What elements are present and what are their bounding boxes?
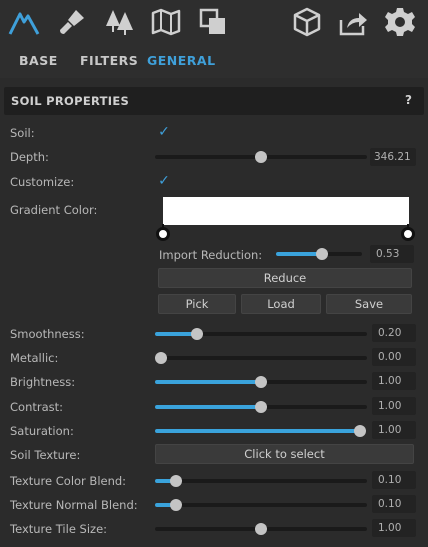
texture-tile-size-value-field[interactable]: 1.00 xyxy=(372,519,416,537)
export-icon[interactable] xyxy=(335,4,371,40)
brush-icon[interactable] xyxy=(54,4,90,40)
gear-icon[interactable] xyxy=(382,4,418,40)
gradient-stop-left[interactable] xyxy=(156,227,170,241)
reduce-button[interactable]: Reduce xyxy=(158,268,412,288)
texture-color-blend-slider[interactable] xyxy=(155,474,367,488)
texture-normal-blend-label: Texture Normal Blend: xyxy=(10,498,138,512)
map-icon[interactable] xyxy=(148,4,184,40)
texture-tile-size-label: Texture Tile Size: xyxy=(10,522,108,536)
slider-fill xyxy=(276,252,322,256)
slider-thumb[interactable] xyxy=(315,248,328,260)
toolbar xyxy=(0,0,428,44)
slider-thumb[interactable] xyxy=(354,425,366,437)
slider-track xyxy=(155,356,367,360)
tab-filters[interactable]: FILTERS xyxy=(80,53,138,68)
tab-bar: BASE FILTERS GENERAL xyxy=(0,44,428,78)
import-reduction-slider[interactable] xyxy=(276,247,362,261)
slider-thumb[interactable] xyxy=(191,328,204,340)
gradient-color-label: Gradient Color: xyxy=(10,203,98,217)
brightness-label: Brightness: xyxy=(10,375,76,389)
contrast-slider[interactable] xyxy=(155,400,367,414)
smoothness-value-field[interactable]: 0.20 xyxy=(372,324,416,342)
soil-label: Soil: xyxy=(10,126,35,140)
section-title: SOIL PROPERTIES xyxy=(11,94,130,108)
section-header[interactable]: SOIL PROPERTIES ? xyxy=(4,87,424,115)
texture-color-blend-value-field[interactable]: 0.10 xyxy=(372,471,416,489)
brightness-value-field[interactable]: 1.00 xyxy=(372,372,416,390)
tab-general[interactable]: GENERAL xyxy=(147,53,216,68)
slider-thumb[interactable] xyxy=(255,376,267,388)
texture-tile-size-slider[interactable] xyxy=(155,522,367,536)
texture-color-blend-label: Texture Color Blend: xyxy=(10,474,127,488)
brightness-slider[interactable] xyxy=(155,375,367,389)
load-button[interactable]: Load xyxy=(241,294,321,314)
saturation-value-field[interactable]: 1.00 xyxy=(372,421,416,439)
gradient-color-swatch[interactable] xyxy=(163,197,409,225)
customize-label: Customize: xyxy=(10,175,75,189)
depth-slider[interactable] xyxy=(155,150,367,164)
save-button[interactable]: Save xyxy=(326,294,412,314)
metallic-value-field[interactable]: 0.00 xyxy=(372,348,416,366)
help-icon[interactable]: ? xyxy=(405,93,412,107)
tab-base[interactable]: BASE xyxy=(19,53,58,68)
slider-thumb[interactable] xyxy=(170,475,183,487)
soil-checkbox[interactable]: ✓ xyxy=(155,123,173,141)
depth-label: Depth: xyxy=(10,150,49,164)
metallic-label: Metallic: xyxy=(10,351,59,365)
smoothness-slider[interactable] xyxy=(155,327,367,341)
slider-thumb[interactable] xyxy=(255,523,267,535)
soil-texture-label: Soil Texture: xyxy=(10,448,81,462)
contrast-label: Contrast: xyxy=(10,400,64,414)
texture-normal-blend-value-field[interactable]: 0.10 xyxy=(372,495,416,513)
slider-fill xyxy=(155,429,360,433)
contrast-value-field[interactable]: 1.00 xyxy=(372,397,416,415)
slider-fill xyxy=(155,380,261,384)
pick-button[interactable]: Pick xyxy=(158,294,236,314)
slider-track xyxy=(155,503,367,507)
smoothness-label: Smoothness: xyxy=(10,327,85,341)
slider-thumb[interactable] xyxy=(255,151,267,163)
slider-thumb[interactable] xyxy=(170,499,183,511)
gradient-stop-right[interactable] xyxy=(401,227,415,241)
slider-thumb[interactable] xyxy=(255,401,267,413)
slider-track xyxy=(155,479,367,483)
cube-icon[interactable] xyxy=(289,4,325,40)
texture-normal-blend-slider[interactable] xyxy=(155,498,367,512)
soil-texture-select-button[interactable]: Click to select xyxy=(155,444,414,464)
saturation-label: Saturation: xyxy=(10,424,74,438)
slider-fill xyxy=(155,405,261,409)
depth-value-field[interactable]: 346.21 xyxy=(370,148,416,166)
trees-icon[interactable] xyxy=(101,4,137,40)
customize-checkbox[interactable]: ✓ xyxy=(155,172,173,190)
mountain-icon[interactable] xyxy=(6,4,42,40)
layers-icon[interactable] xyxy=(195,4,231,40)
import-reduction-label: Import Reduction: xyxy=(159,248,263,262)
import-reduction-value-field[interactable]: 0.53 xyxy=(370,245,414,263)
saturation-slider[interactable] xyxy=(155,424,366,438)
metallic-slider[interactable] xyxy=(155,351,367,365)
slider-thumb[interactable] xyxy=(155,352,167,364)
